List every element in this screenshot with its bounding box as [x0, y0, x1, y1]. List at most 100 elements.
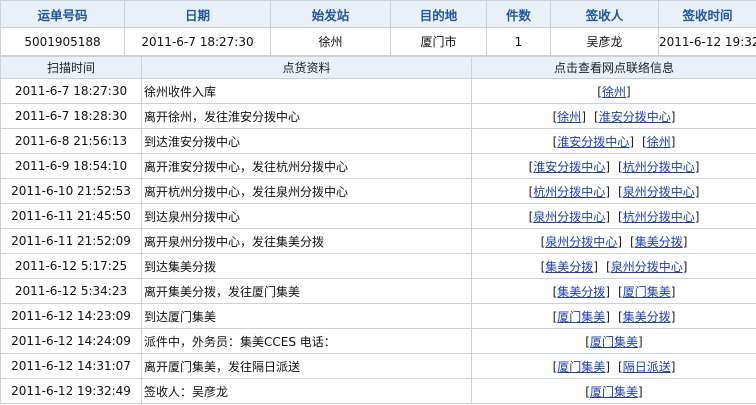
branch-link-label[interactable]: 厦门集美: [590, 335, 638, 349]
branch-link[interactable]: [集美分拨]: [618, 310, 675, 324]
tracking-row: 2011-6-9 18:54:10 离开淮安分拨中心，发往杭州分拨中心 [淮安分拨中…: [0, 153, 756, 179]
scan-description: 离开徐州，发往淮安分拨中心: [141, 103, 472, 129]
branch-link[interactable]: [泉州分拨中心]: [529, 210, 610, 224]
branch-link-label[interactable]: 徐州: [557, 110, 581, 124]
branch-link[interactable]: [隔日派送]: [618, 360, 675, 374]
tracking-row: 2011-6-12 14:24:09 派件中，外务员：集美CCES 电话： [厦门集…: [0, 328, 756, 354]
header-scan-time: 扫描时间: [0, 56, 142, 79]
bracket-close: ]: [694, 209, 700, 224]
branch-link[interactable]: [集美分拨]: [630, 235, 687, 249]
scan-time: 2011-6-12 19:32:49: [0, 378, 142, 404]
branch-link-label[interactable]: 杭州分拨中心: [533, 185, 605, 199]
branch-link-label[interactable]: 厦门集美: [557, 310, 605, 324]
bracket-close: ]: [682, 234, 688, 249]
branch-link[interactable]: [厦门集美]: [553, 360, 610, 374]
bracket-close: ]: [617, 234, 622, 249]
scan-description: 离开厦门集美，发往隔日派送: [141, 353, 472, 379]
branch-link-label[interactable]: 集美分拨: [635, 235, 683, 249]
branch-link-label[interactable]: 杭州分拨中心: [623, 210, 695, 224]
branch-links: [徐州] [淮安分拨中心]: [471, 103, 756, 129]
branch-link[interactable]: [泉州分拨中心]: [606, 260, 687, 274]
bracket-close: ]: [670, 109, 676, 124]
tracking-row: 2011-6-7 18:28:30 离开徐州，发往淮安分拨中心 [徐州] [淮安分拨中…: [0, 103, 756, 129]
branch-link[interactable]: [厦门集美]: [585, 385, 642, 399]
branch-link[interactable]: [集美分拨]: [553, 285, 610, 299]
tracking-row: 2011-6-7 18:27:30 徐州收件入库 [徐州]: [0, 78, 756, 104]
branch-links: [厦门集美]: [471, 328, 756, 354]
tracking-row: 2011-6-12 5:34:23 离开集美分拨，发往厦门集美 [集美分拨] [厦门集…: [0, 278, 756, 304]
bracket-close: ]: [694, 184, 700, 199]
tracking-row: 2011-6-11 21:45:50 到达泉州分拨中心 [泉州分拨中心] [杭州分拨中…: [0, 203, 756, 229]
branch-links: [厦门集美]: [471, 378, 756, 404]
branch-link-label[interactable]: 集美分拨: [623, 310, 671, 324]
branch-link-label[interactable]: 厦门集美: [590, 385, 638, 399]
branch-link[interactable]: [泉州分拨中心]: [618, 185, 699, 199]
bracket-close: ]: [682, 259, 688, 274]
bracket-close: ]: [670, 134, 676, 149]
scan-time: 2011-6-12 14:24:09: [0, 328, 142, 354]
tracking-row: 2011-6-10 21:52:53 离开杭州分拨中心，发往泉州分拨中心 [杭州分拨…: [0, 178, 756, 204]
bracket-close: ]: [605, 309, 610, 324]
branch-link[interactable]: [杭州分拨中心]: [529, 185, 610, 199]
bracket-close: ]: [605, 359, 610, 374]
branch-link[interactable]: [厦门集美]: [553, 310, 610, 324]
branch-link-label[interactable]: 泉州分拨中心: [611, 260, 683, 274]
bracket-close: ]: [581, 109, 586, 124]
branch-link-label[interactable]: 淮安分拨中心: [533, 160, 605, 174]
scan-description: 到达淮安分拨中心: [141, 128, 472, 154]
bracket-close: ]: [626, 84, 631, 99]
branch-link-label[interactable]: 徐州: [647, 135, 671, 149]
branch-link[interactable]: [杭州分拨中心]: [618, 210, 699, 224]
branch-link-label[interactable]: 隔日派送: [623, 360, 671, 374]
bracket-close: ]: [638, 384, 643, 399]
branch-link[interactable]: [泉州分拨中心]: [541, 235, 622, 249]
branch-link-label[interactable]: 厦门集美: [623, 285, 671, 299]
scan-time: 2011-6-10 21:52:53: [0, 178, 142, 204]
branch-links: [淮安分拨中心] [徐州]: [471, 128, 756, 154]
branch-link[interactable]: [淮安分拨中心]: [594, 110, 675, 124]
bracket-close: ]: [605, 159, 610, 174]
branch-link[interactable]: [厦门集美]: [585, 335, 642, 349]
branch-link[interactable]: [徐州]: [597, 85, 630, 99]
header-waybill-number: 运单号码: [0, 0, 125, 28]
scan-description: 到达厦门集美: [141, 303, 472, 329]
sign-time: 2011-6-12 19:32:49: [658, 27, 756, 56]
branch-link-label[interactable]: 淮安分拨中心: [599, 110, 671, 124]
tracking-row: 2011-6-8 21:56:13 到达淮安分拨中心 [淮安分拨中心] [徐州]: [0, 128, 756, 154]
branch-link-label[interactable]: 集美分拨: [557, 285, 605, 299]
scan-time: 2011-6-11 21:52:09: [0, 228, 142, 254]
branch-link[interactable]: [淮安分拨中心]: [529, 160, 610, 174]
bracket-close: ]: [605, 284, 610, 299]
branch-link-label[interactable]: 淮安分拨中心: [557, 135, 629, 149]
bracket-close: ]: [605, 184, 610, 199]
detail-body: 2011-6-7 18:27:30 徐州收件入库 [徐州] 2011-6-7 18:2…: [0, 78, 756, 404]
waybill-summary-table: 运单号码 日期 始发站 目的地 件数 签收人 签收时间 5001905188 2…: [0, 0, 756, 56]
branch-link[interactable]: [集美分拨]: [541, 260, 598, 274]
tracking-row: 2011-6-11 21:52:09 离开泉州分拨中心，发往集美分拨 [泉州分拨中心…: [0, 228, 756, 254]
branch-link[interactable]: [厦门集美]: [618, 285, 675, 299]
branch-link-label[interactable]: 泉州分拨中心: [545, 235, 617, 249]
ship-date: 2011-6-7 18:27:30: [124, 27, 271, 56]
branch-link-label[interactable]: 杭州分拨中心: [623, 160, 695, 174]
branch-link-label[interactable]: 泉州分拨中心: [533, 210, 605, 224]
header-date: 日期: [124, 0, 271, 28]
branch-links: [厦门集美] [集美分拨]: [471, 303, 756, 329]
branch-link[interactable]: [徐州]: [642, 135, 675, 149]
branch-link[interactable]: [杭州分拨中心]: [618, 160, 699, 174]
destination: 厦门市: [390, 27, 487, 56]
bracket-close: ]: [638, 334, 643, 349]
branch-link-label[interactable]: 徐州: [602, 85, 626, 99]
branch-link[interactable]: [淮安分拨中心]: [553, 135, 634, 149]
branch-links: [淮安分拨中心] [杭州分拨中心]: [471, 153, 756, 179]
branch-link-label[interactable]: 厦门集美: [557, 360, 605, 374]
scan-description: 徐州收件入库: [141, 78, 472, 104]
header-recipient: 签收人: [550, 0, 659, 28]
branch-link-label[interactable]: 集美分拨: [545, 260, 593, 274]
summary-row: 5001905188 2011-6-7 18:27:30 徐州 厦门市 1 吴彦…: [0, 27, 756, 56]
branch-link[interactable]: [徐州]: [553, 110, 586, 124]
piece-count: 1: [486, 27, 551, 56]
branch-link-label[interactable]: 泉州分拨中心: [623, 185, 695, 199]
branch-links: [集美分拨] [厦门集美]: [471, 278, 756, 304]
header-piece-count: 件数: [486, 0, 551, 28]
scan-time: 2011-6-11 21:45:50: [0, 203, 142, 229]
